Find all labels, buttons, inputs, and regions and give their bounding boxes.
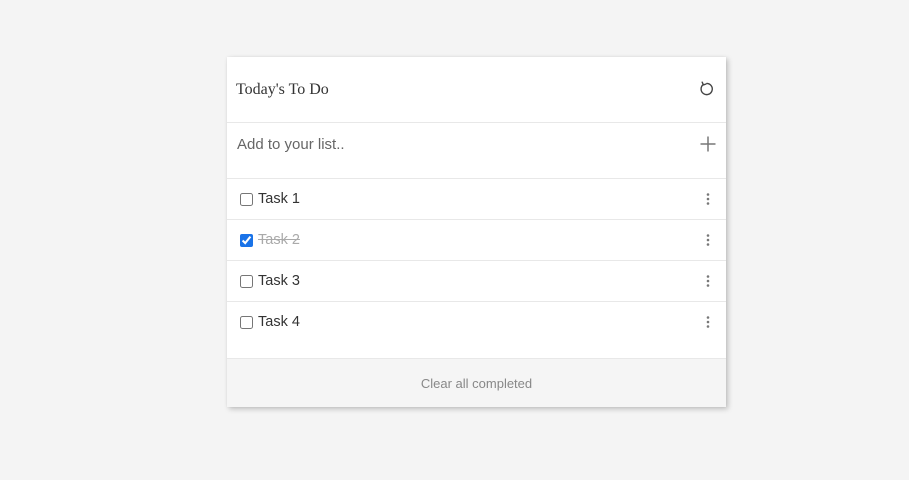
todo-card: Today's To Do Task 1: [227, 57, 726, 407]
task-item: Task 3: [227, 261, 726, 302]
task-menu-button[interactable]: [700, 314, 716, 330]
task-item: Task 4: [227, 302, 726, 343]
add-task-row: [227, 123, 726, 179]
task-item: Task 1: [227, 179, 726, 220]
task-checkbox[interactable]: [240, 234, 253, 247]
clear-completed-button[interactable]: Clear all completed: [421, 376, 532, 391]
task-label: Task 2: [258, 232, 300, 248]
add-task-button[interactable]: [697, 133, 719, 155]
task-menu-button[interactable]: [700, 191, 716, 207]
task-menu-button[interactable]: [700, 232, 716, 248]
task-label: Task 1: [258, 191, 300, 207]
task-checkbox[interactable]: [240, 316, 253, 329]
more-vertical-icon: [706, 234, 710, 246]
todo-header: Today's To Do: [227, 57, 726, 123]
refresh-icon: [700, 81, 713, 96]
refresh-button[interactable]: [697, 79, 717, 99]
add-task-input[interactable]: [237, 133, 677, 155]
more-vertical-icon: [706, 316, 710, 328]
task-checkbox[interactable]: [240, 275, 253, 288]
task-label: Task 3: [258, 273, 300, 289]
more-vertical-icon: [706, 275, 710, 287]
task-menu-button[interactable]: [700, 273, 716, 289]
todo-footer: Clear all completed: [227, 358, 726, 407]
page-title: Today's To Do: [236, 81, 329, 98]
plus-icon: [700, 136, 716, 152]
more-vertical-icon: [706, 193, 710, 205]
task-item: Task 2: [227, 220, 726, 261]
task-label: Task 4: [258, 314, 300, 330]
task-list: Task 1 Task 2 Task 3 Task 4: [227, 179, 726, 343]
task-checkbox[interactable]: [240, 193, 253, 206]
